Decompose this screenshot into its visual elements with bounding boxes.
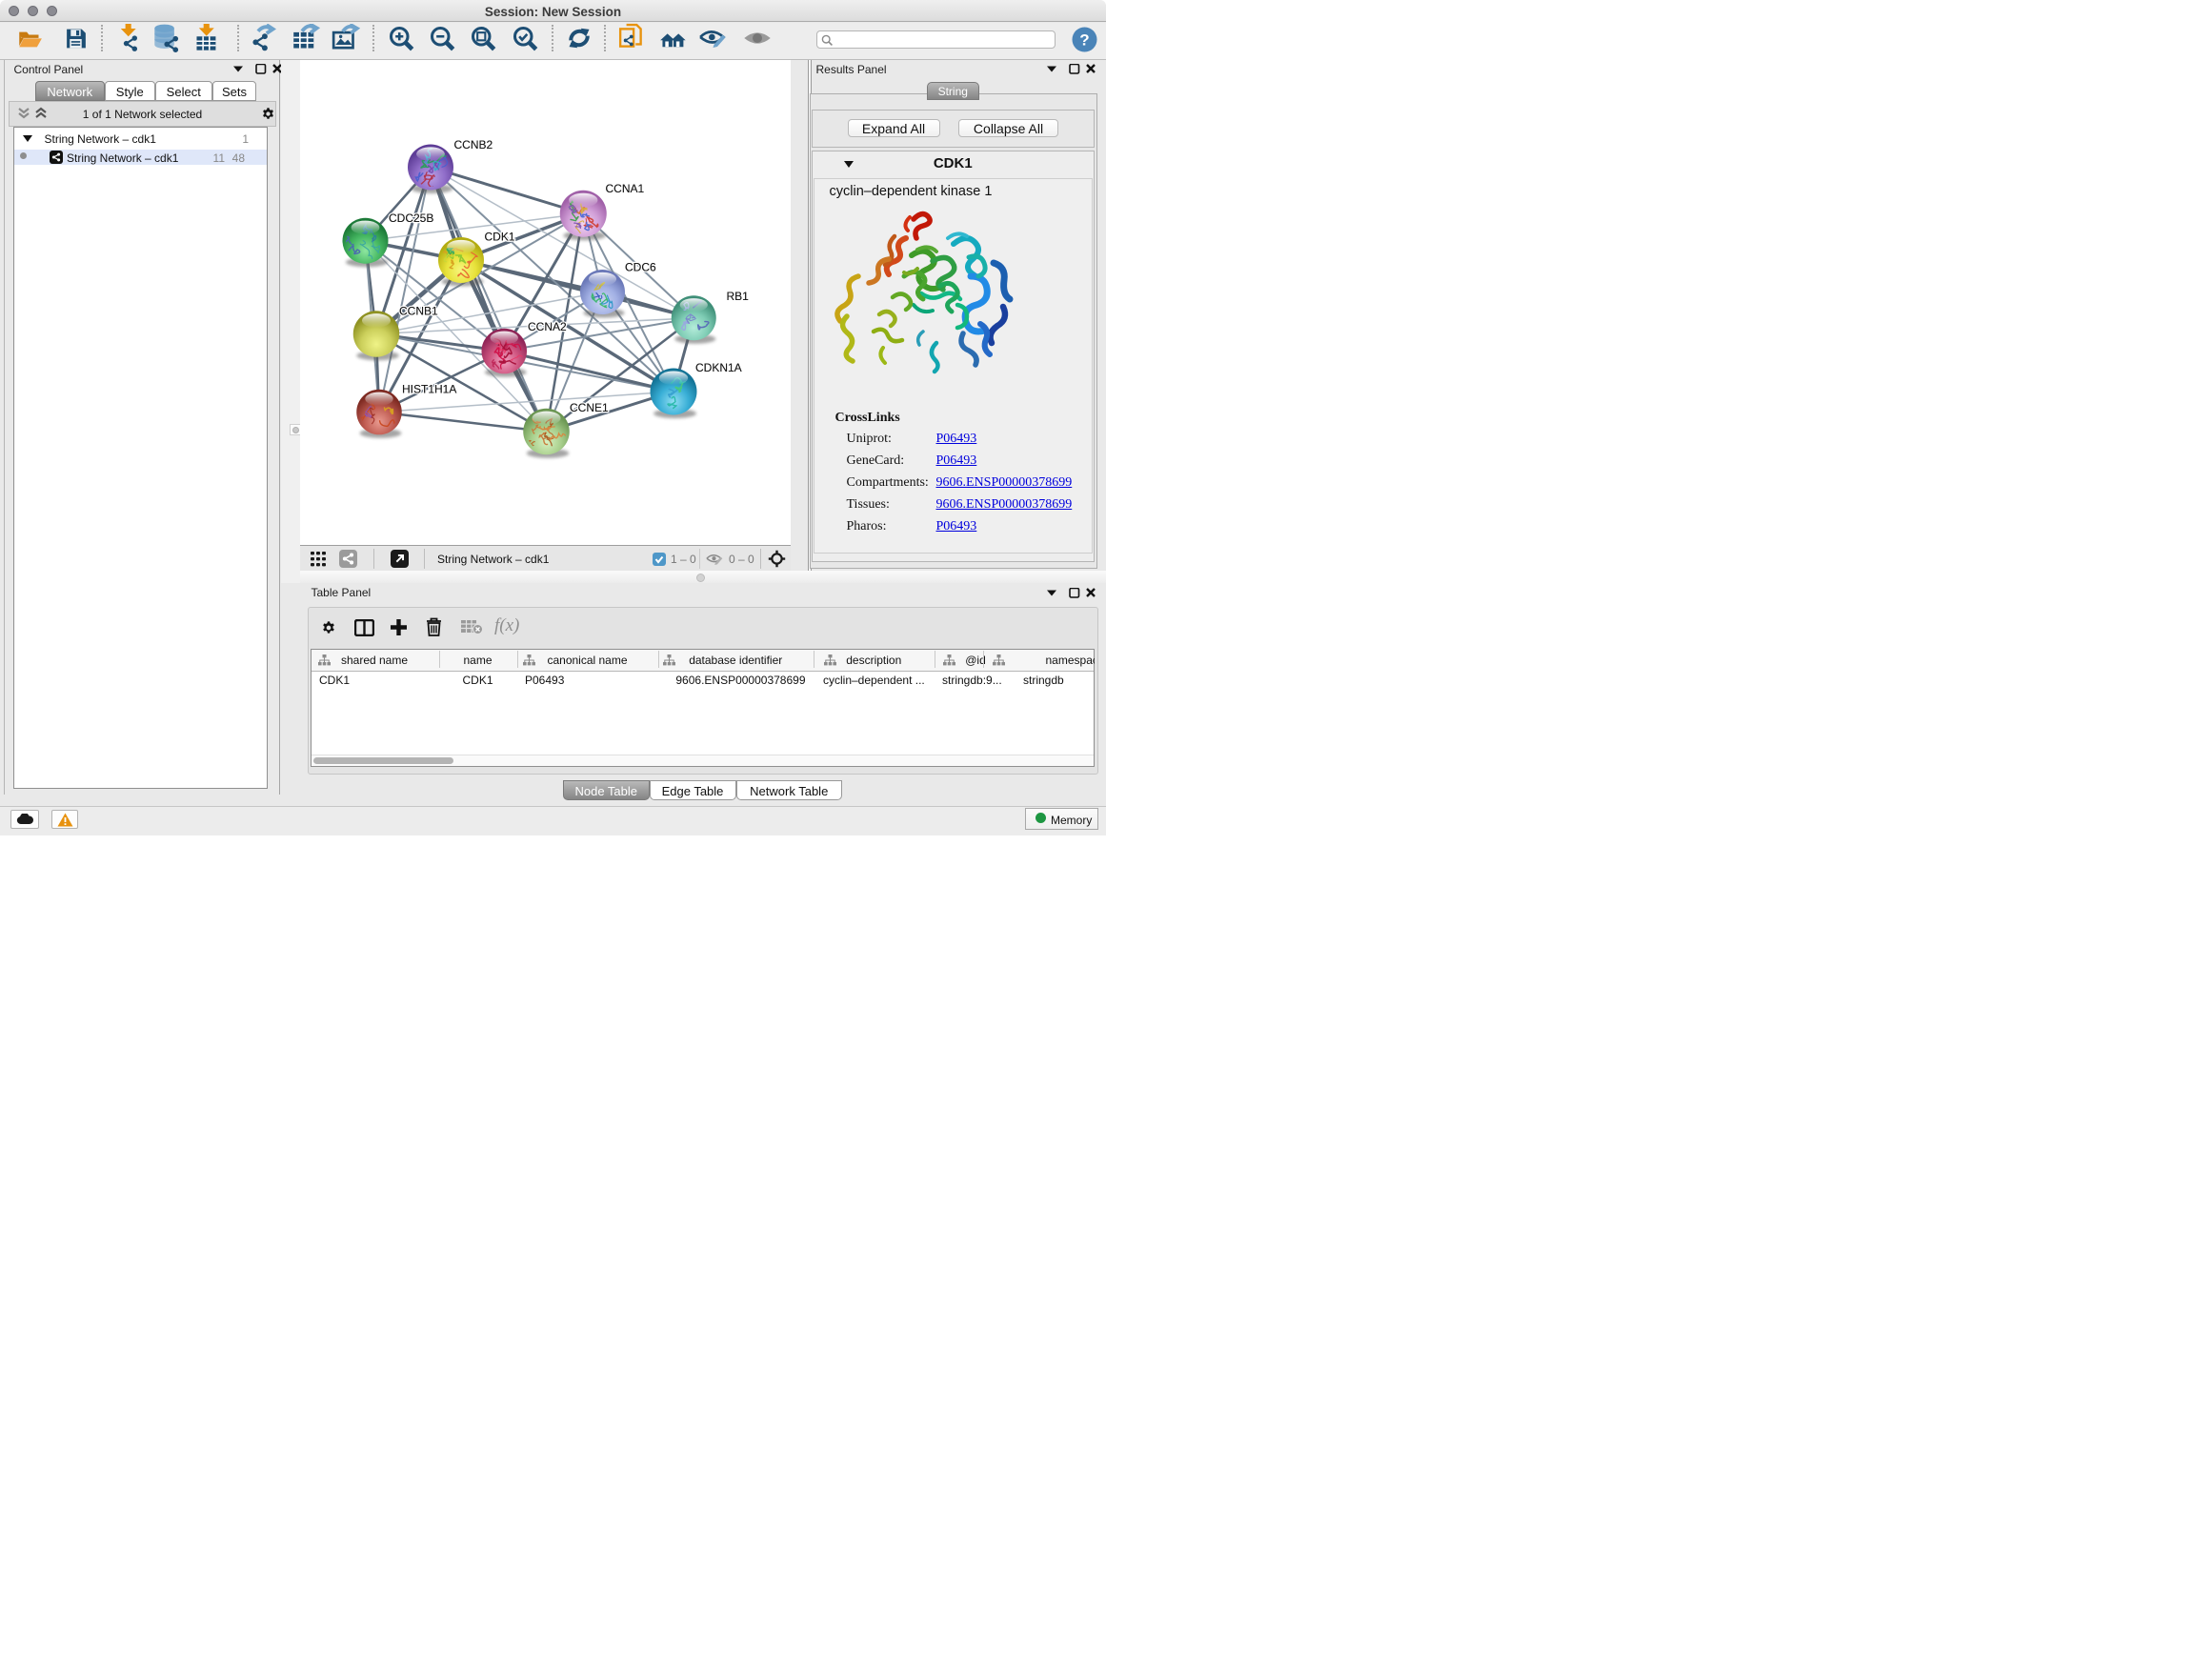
svg-text:CCNB1: CCNB1: [399, 304, 438, 317]
svg-text:RB1: RB1: [727, 290, 750, 303]
svg-text:CDKN1A: CDKN1A: [695, 361, 742, 374]
svg-text:CCNE1: CCNE1: [570, 401, 609, 414]
svg-text:CDC25B: CDC25B: [389, 211, 433, 225]
svg-text:?: ?: [1079, 31, 1089, 50]
svg-text:CDC6: CDC6: [625, 260, 656, 273]
svg-text:CCNA1: CCNA1: [606, 182, 645, 195]
svg-text:CCNA2: CCNA2: [528, 320, 567, 333]
svg-text:CDK1: CDK1: [485, 230, 515, 243]
svg-text:CCNB2: CCNB2: [454, 138, 493, 151]
svg-text:HIST1H1A: HIST1H1A: [402, 382, 456, 395]
